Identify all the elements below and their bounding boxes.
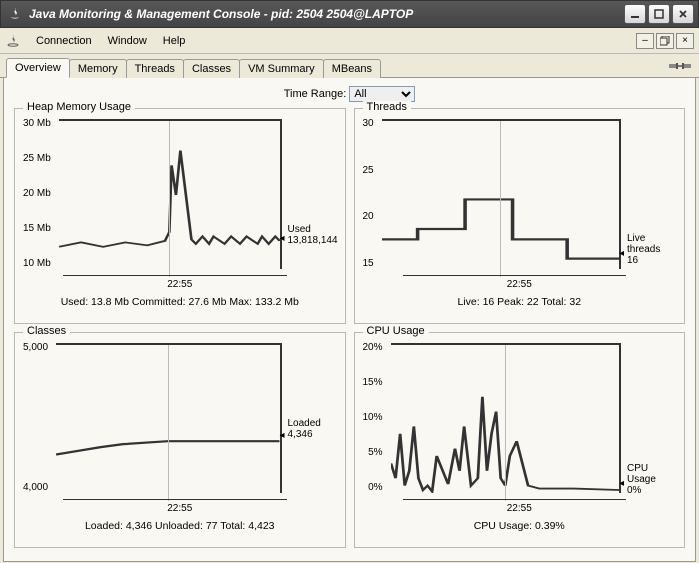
panel-classes: Classes 5,000 4,000 ◂ Loaded 4,346 [14, 332, 346, 548]
tab-overview[interactable]: Overview [6, 58, 70, 78]
time-range-select[interactable]: All [349, 86, 415, 102]
tabbar: Overview Memory Threads Classes VM Summa… [0, 54, 699, 78]
panel-cpu-title: CPU Usage [363, 325, 429, 337]
time-range-row: Time Range: All [14, 86, 685, 102]
java-icon [7, 6, 23, 22]
panel-heap-title: Heap Memory Usage [23, 101, 135, 113]
window-title: Java Monitoring & Management Console - p… [29, 7, 624, 21]
threads-stats: Live: 16 Peak: 22 Total: 32 [363, 296, 677, 308]
threads-legend: ◂ Live threads 16 [621, 119, 676, 269]
cpu-stats: CPU Usage: 0.39% [363, 520, 677, 532]
menu-help[interactable]: Help [155, 31, 194, 51]
menu-window[interactable]: Window [100, 31, 155, 51]
connection-status-icon [669, 59, 691, 76]
heap-plot[interactable] [59, 119, 282, 269]
app-icon [4, 32, 22, 50]
tab-threads[interactable]: Threads [126, 59, 184, 78]
cpu-plot[interactable] [391, 343, 621, 493]
classes-plot[interactable] [56, 343, 281, 493]
tab-memory[interactable]: Memory [69, 59, 127, 78]
panel-heap: Heap Memory Usage 30 Mb 25 Mb 20 Mb 15 M… [14, 108, 346, 324]
heap-stats: Used: 13.8 Mb Committed: 27.6 Mb Max: 13… [23, 296, 337, 308]
tab-vmsummary[interactable]: VM Summary [239, 59, 324, 78]
time-range-label: Time Range: [284, 88, 347, 100]
window-controls [624, 4, 694, 24]
panel-classes-title: Classes [23, 325, 70, 337]
classes-xlabel: 22:55 [23, 503, 337, 514]
doc-close-button[interactable]: × [676, 33, 694, 49]
classes-yaxis: 5,000 4,000 [23, 343, 52, 493]
panel-cpu: CPU Usage 20% 15% 10% 5% 0% ◂ [354, 332, 686, 548]
heap-xlabel: 22:55 [23, 279, 337, 290]
panel-threads: Threads 30 25 20 15 ◂ Live threads [354, 108, 686, 324]
menubar: Connection Window Help – × [0, 28, 699, 54]
close-button[interactable] [672, 4, 694, 24]
heap-yaxis: 30 Mb 25 Mb 20 Mb 15 Mb 10 Mb [23, 119, 55, 269]
doc-minimize-button[interactable]: – [636, 33, 654, 49]
cpu-xlabel: 22:55 [363, 503, 677, 514]
threads-plot[interactable] [382, 119, 621, 269]
minimize-button[interactable] [624, 4, 646, 24]
tab-mbeans[interactable]: MBeans [323, 59, 381, 78]
tab-classes[interactable]: Classes [183, 59, 240, 78]
threads-yaxis: 30 25 20 15 [363, 119, 378, 269]
maximize-button[interactable] [648, 4, 670, 24]
menu-connection[interactable]: Connection [28, 31, 100, 51]
overview-content: Time Range: All Heap Memory Usage 30 Mb … [3, 78, 696, 562]
threads-xlabel: 22:55 [363, 279, 677, 290]
heap-legend: ◂ Used 13,818,144 [282, 119, 337, 269]
cpu-yaxis: 20% 15% 10% 5% 0% [363, 343, 387, 493]
doc-restore-button[interactable] [656, 33, 674, 49]
cpu-legend: ◂ CPU Usage 0% [621, 343, 676, 493]
classes-legend: ◂ Loaded 4,346 [282, 343, 337, 493]
classes-stats: Loaded: 4,346 Unloaded: 77 Total: 4,423 [23, 520, 337, 532]
panel-threads-title: Threads [363, 101, 411, 113]
window-titlebar: Java Monitoring & Management Console - p… [0, 0, 699, 28]
